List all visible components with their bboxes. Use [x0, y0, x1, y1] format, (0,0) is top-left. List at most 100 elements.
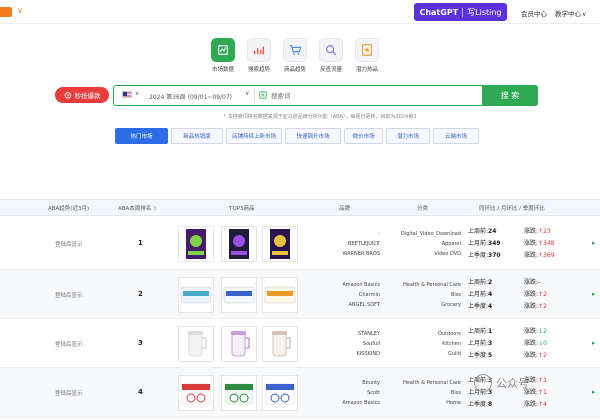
top-bar: [0, 0, 600, 24]
tool-2[interactable]: 商品趋势: [275, 38, 315, 73]
hot-deals-label: 秒抢爆款: [74, 92, 101, 100]
hot-deals-button[interactable]: 秒抢爆款: [55, 87, 109, 103]
product-thumbnail[interactable]: [178, 375, 214, 411]
product-thumbnail[interactable]: [262, 225, 298, 262]
data-source-note: * 本搜索词排名数据来源于亚马逊品牌分析功能（ABA），每周日更新，目前为202…: [223, 114, 417, 120]
history-rank: 上季度:4: [468, 302, 493, 310]
brand-name[interactable]: WARNER BROS: [300, 249, 380, 259]
rank-change: 涨跌:↑23: [524, 227, 551, 235]
tab-market-0[interactable]: 热门市场: [115, 128, 168, 144]
nav-teaching-center[interactable]: 教学中心∨: [555, 8, 586, 18]
alarm-clock-icon: [64, 92, 71, 99]
history-rank: 上周前:1: [468, 327, 493, 335]
rank-change: 涨跌:↑348: [524, 239, 555, 247]
rank-change: 涨跌:↑2: [524, 302, 547, 310]
keyword-edit-icon: [259, 91, 267, 99]
rank-change-list: 涨跌:↑23 涨跌:↑348 涨跌:↑369: [524, 226, 555, 262]
category-name: Biss: [450, 291, 461, 298]
brand-name[interactable]: Amazon Basics: [300, 398, 380, 408]
brand-name[interactable]: -: [300, 229, 380, 239]
category-name: Outdoors: [437, 330, 461, 337]
product-thumbnail[interactable]: [178, 225, 214, 262]
tool-4[interactable]: 潜力热品: [347, 38, 387, 73]
col-aba-rank[interactable]: ABA本周排名 ⇅: [118, 204, 158, 212]
product-thumbnail[interactable]: [262, 375, 298, 411]
product-thumbnail[interactable]: [221, 225, 257, 262]
col-aba-rank-label: ABA本周排名: [118, 206, 152, 212]
chevron-down-icon: ∨: [582, 11, 587, 18]
tool-label: 市场数据: [211, 67, 234, 73]
tab-market-4[interactable]: 微价市场: [344, 128, 383, 144]
product-thumbnail[interactable]: [221, 325, 257, 362]
category-name: Video DVD: [434, 250, 461, 257]
search-button[interactable]: 搜 索: [482, 85, 538, 106]
brand-name[interactable]: ANGEL SOFT: [300, 300, 380, 310]
brand-name[interactable]: KISSKIND: [300, 349, 380, 359]
row-expand-icon[interactable]: ▸: [592, 290, 598, 298]
us-flag-icon[interactable]: [122, 91, 132, 98]
category-name: Apparel: [441, 240, 461, 247]
history-rank: 上月前:4: [468, 290, 493, 298]
rank-change: 涨跌:↑4: [524, 401, 547, 408]
brand-name[interactable]: BEETLEJUICE: [300, 239, 380, 249]
category-name: Home: [446, 400, 461, 406]
row-expand-icon[interactable]: ▸: [592, 239, 598, 247]
product-thumbnail[interactable]: [221, 375, 257, 411]
chatgpt-listing-button[interactable]: ChatGPT 写Listing: [414, 3, 507, 21]
divider: [254, 89, 255, 102]
category-list: Health & Personal Care Biss Home: [385, 378, 461, 408]
brand-name[interactable]: Soufull: [300, 339, 380, 349]
history-rank: 上季度:5: [468, 351, 493, 359]
nav-member-center[interactable]: 会员中心: [521, 8, 547, 18]
row-expand-icon[interactable]: ▸: [592, 339, 598, 347]
aba-rank: 2: [138, 289, 143, 298]
category-name: Guild: [448, 350, 461, 357]
tab-market-1[interactable]: 新品热销版: [171, 128, 223, 144]
marketplace-chevron-icon[interactable]: ∨: [135, 90, 139, 97]
product-thumbnail[interactable]: [221, 276, 257, 313]
product-thumbnail[interactable]: [262, 276, 298, 313]
brand-name[interactable]: Charmin: [300, 290, 380, 300]
col-aba-trend: ABA趋势(近3月): [48, 206, 90, 212]
listing-label: 写Listing: [467, 7, 502, 17]
product-thumbnail[interactable]: [178, 276, 214, 313]
product-thumbnail[interactable]: [262, 325, 298, 362]
rank-change: 涨跌:↑2: [524, 351, 547, 359]
brand-name[interactable]: Scott: [300, 388, 380, 398]
brand-name[interactable]: Amazon Basics: [300, 280, 380, 290]
star-doc-icon: [355, 38, 379, 62]
week-selector[interactable]: 2024 第36周 (09/01~09/07): [149, 92, 232, 101]
history-rank: 上月前:349: [468, 239, 501, 247]
row-expand-icon[interactable]: ▸: [592, 388, 598, 396]
rank-change: 涨跌:↓0: [524, 339, 547, 347]
product-thumbnail[interactable]: [178, 325, 214, 362]
col-period-change: 同环比 / 月环比 / 季度环比: [479, 206, 545, 212]
tab-market-6[interactable]: 云端市场: [433, 128, 479, 144]
divider: [462, 7, 464, 17]
history-rank-list: 上周前:2 上月前:4 上季度:4: [468, 277, 492, 313]
brand-logo[interactable]: [0, 7, 12, 17]
history-rank: 上周前:24: [468, 227, 497, 235]
logo-chevron-icon[interactable]: ∨: [17, 6, 23, 15]
tool-label: 商品趋势: [283, 67, 306, 73]
brand-list: STANLEY Soufull KISSKIND: [300, 329, 380, 359]
wechat-logo-icon: [474, 374, 492, 392]
search-bar: ∨ 2024 第36周 (09/01~09/07) ∨: [113, 85, 538, 106]
brand-name[interactable]: Bounty: [300, 378, 380, 388]
rank-change: 涨跌:↓2: [524, 327, 547, 335]
tab-market-2[interactable]: 店铺持续上新市场: [226, 128, 282, 144]
tool-3[interactable]: 反查流量: [311, 38, 351, 73]
history-rank: 上季度:370: [468, 251, 501, 259]
keyword-search-input[interactable]: [271, 89, 471, 102]
aba-trend-placeholder: 登陆后显示: [55, 292, 83, 299]
week-chevron-icon[interactable]: ∨: [245, 90, 249, 97]
brand-name[interactable]: STANLEY: [300, 329, 380, 339]
rank-change: 涨跌:↑2: [524, 290, 547, 298]
tool-1[interactable]: 搜索趋势: [239, 38, 279, 73]
tool-0[interactable]: 市场数据: [203, 38, 243, 73]
tab-market-3[interactable]: 快速飙升市场: [285, 128, 341, 144]
rank-change: 涨跌:↑369: [524, 251, 555, 259]
tab-market-5[interactable]: 潜力市场: [386, 128, 430, 144]
nav-teaching-label: 教学中心: [555, 10, 581, 18]
category-list: Outdoors Kitchen Guild: [385, 329, 461, 359]
